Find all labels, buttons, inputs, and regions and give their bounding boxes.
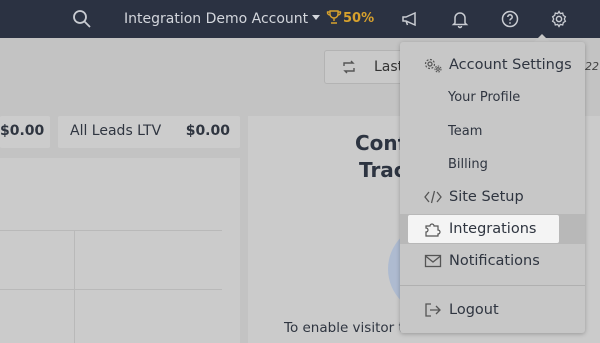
account-name: Integration Demo Account <box>124 11 309 27</box>
stat-value: $0.00 <box>185 123 230 139</box>
bell-icon[interactable] <box>450 9 470 29</box>
menu-item-integrations[interactable]: Integrations <box>400 214 585 244</box>
gear-icon[interactable] <box>549 9 569 29</box>
trophy-icon <box>326 10 342 24</box>
menu-item-billing[interactable]: Billing <box>400 149 585 179</box>
envelope-icon <box>424 253 442 269</box>
menu-item-label: Team <box>448 124 483 139</box>
panel-title-line1: Conf <box>355 131 407 155</box>
menu-item-team[interactable]: Team <box>400 116 585 146</box>
grid-line <box>74 230 75 343</box>
menu-item-account-settings[interactable]: Account Settings <box>400 50 585 80</box>
date-range-end: 22 <box>585 60 599 73</box>
top-navigation-bar: Integration Demo Account 50% <box>0 0 600 38</box>
panel-body-text: To enable visitor t <box>284 320 404 336</box>
chevron-down-icon <box>312 15 321 20</box>
logout-icon <box>424 302 442 318</box>
menu-item-label: Logout <box>449 302 499 318</box>
account-switcher[interactable]: Integration Demo Account <box>124 10 321 28</box>
code-icon <box>424 189 442 205</box>
puzzle-icon <box>424 221 442 237</box>
help-icon[interactable] <box>500 9 520 29</box>
megaphone-icon[interactable] <box>400 9 420 29</box>
stat-card-all-leads-ltv: All Leads LTV $0.00 <box>58 116 240 148</box>
chart-panel <box>0 158 240 343</box>
stat-label: All Leads LTV <box>70 123 162 139</box>
setup-progress[interactable]: 50% <box>326 9 374 28</box>
menu-item-label: Account Settings <box>449 57 572 73</box>
stat-value: $0.00 <box>0 123 45 139</box>
panel-title-line2: Trac <box>359 158 406 182</box>
menu-item-label: Site Setup <box>449 189 524 205</box>
search-icon[interactable] <box>72 9 92 29</box>
settings-dropdown-menu: Account Settings Your Profile Team Billi… <box>400 42 585 333</box>
menu-item-label: Your Profile <box>448 90 521 105</box>
menu-item-your-profile[interactable]: Your Profile <box>400 82 585 112</box>
progress-value: 50% <box>343 11 375 26</box>
menu-item-label: Integrations <box>449 221 537 237</box>
gears-icon <box>424 57 442 73</box>
menu-item-label: Notifications <box>449 253 540 269</box>
menu-divider <box>400 285 585 286</box>
grid-line <box>0 289 222 290</box>
menu-item-logout[interactable]: Logout <box>400 295 585 325</box>
menu-pointer <box>534 34 550 42</box>
menu-item-label: Billing <box>448 157 488 172</box>
date-range-label: Last <box>374 59 404 75</box>
stat-card: $0.00 <box>0 116 50 148</box>
grid-line <box>0 230 222 231</box>
menu-item-notifications[interactable]: Notifications <box>400 246 585 276</box>
menu-item-site-setup[interactable]: Site Setup <box>400 182 585 212</box>
repeat-icon <box>343 60 355 74</box>
